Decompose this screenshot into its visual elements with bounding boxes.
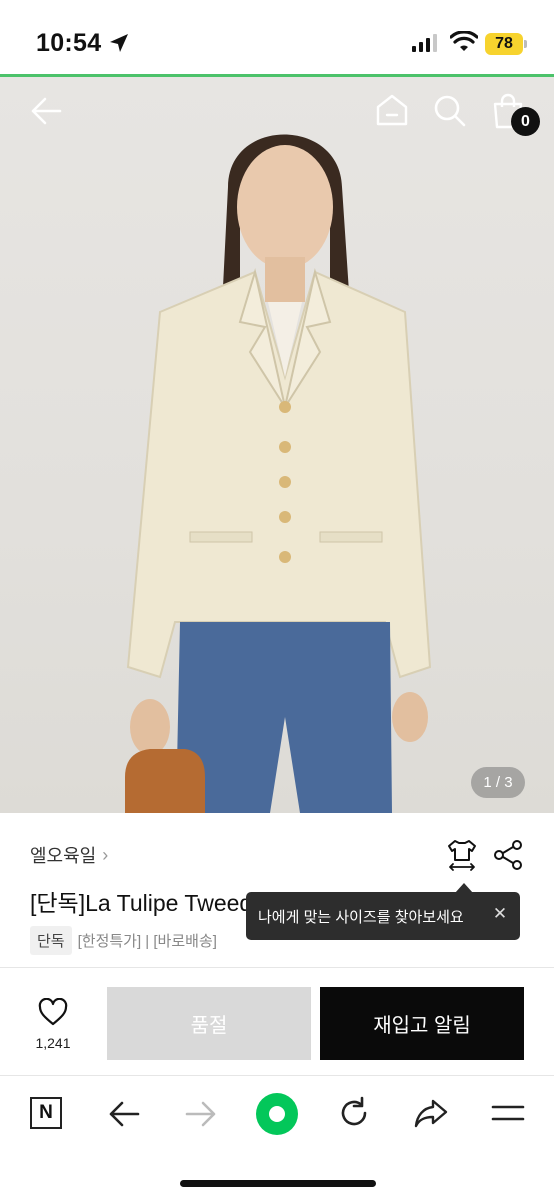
close-icon[interactable]: ✕ bbox=[490, 904, 510, 924]
soldout-button[interactable]: 품절 bbox=[107, 987, 311, 1060]
image-counter: 1 / 3 bbox=[471, 767, 525, 798]
search-icon[interactable] bbox=[433, 94, 467, 128]
reload-icon[interactable] bbox=[337, 1096, 371, 1130]
heart-icon bbox=[38, 997, 68, 1026]
product-tags: 단독 [한정특가] | [바로배송] bbox=[30, 926, 217, 955]
back-icon[interactable] bbox=[108, 1100, 140, 1128]
share-arrow-icon[interactable] bbox=[413, 1097, 449, 1129]
battery-tip bbox=[524, 40, 527, 48]
exclusive-tag: 단독 bbox=[30, 926, 72, 955]
naver-home-icon[interactable]: N bbox=[30, 1097, 62, 1129]
location-arrow-icon bbox=[110, 34, 128, 52]
size-tooltip: 나에게 맞는 사이즈를 찾아보세요 ✕ bbox=[246, 892, 520, 940]
tooltip-text: 나에게 맞는 사이즈를 찾아보세요 bbox=[258, 908, 464, 926]
back-arrow-icon[interactable] bbox=[30, 96, 62, 126]
model-photo bbox=[125, 134, 432, 813]
size-finder-icon[interactable] bbox=[446, 838, 478, 872]
like-button[interactable]: 1,241 bbox=[22, 997, 84, 1051]
status-time: 10:54 bbox=[36, 29, 102, 57]
brand-link[interactable]: 엘오육일 › bbox=[30, 842, 108, 868]
home-indicator bbox=[180, 1180, 376, 1187]
signal-icon bbox=[412, 34, 437, 52]
green-dot-icon[interactable] bbox=[255, 1092, 299, 1136]
restock-alert-button[interactable]: 재입고 알림 bbox=[320, 987, 524, 1060]
forward-icon[interactable] bbox=[185, 1100, 217, 1128]
battery-icon: 78 bbox=[485, 33, 523, 55]
cart-count-badge: 0 bbox=[511, 107, 540, 136]
like-count: 1,241 bbox=[35, 1035, 71, 1051]
product-image[interactable] bbox=[0, 77, 554, 813]
status-bar: 10:54 78 bbox=[0, 0, 554, 74]
brand-name: 엘오육일 bbox=[30, 846, 97, 866]
menu-icon[interactable] bbox=[491, 1104, 525, 1122]
wifi-icon bbox=[450, 31, 478, 51]
divider bbox=[0, 967, 554, 968]
share-icon[interactable] bbox=[493, 840, 523, 870]
promo-tags: [한정특가] | [바로배송] bbox=[77, 933, 217, 950]
chevron-right-icon: › bbox=[102, 844, 109, 865]
home-icon[interactable] bbox=[375, 93, 409, 127]
